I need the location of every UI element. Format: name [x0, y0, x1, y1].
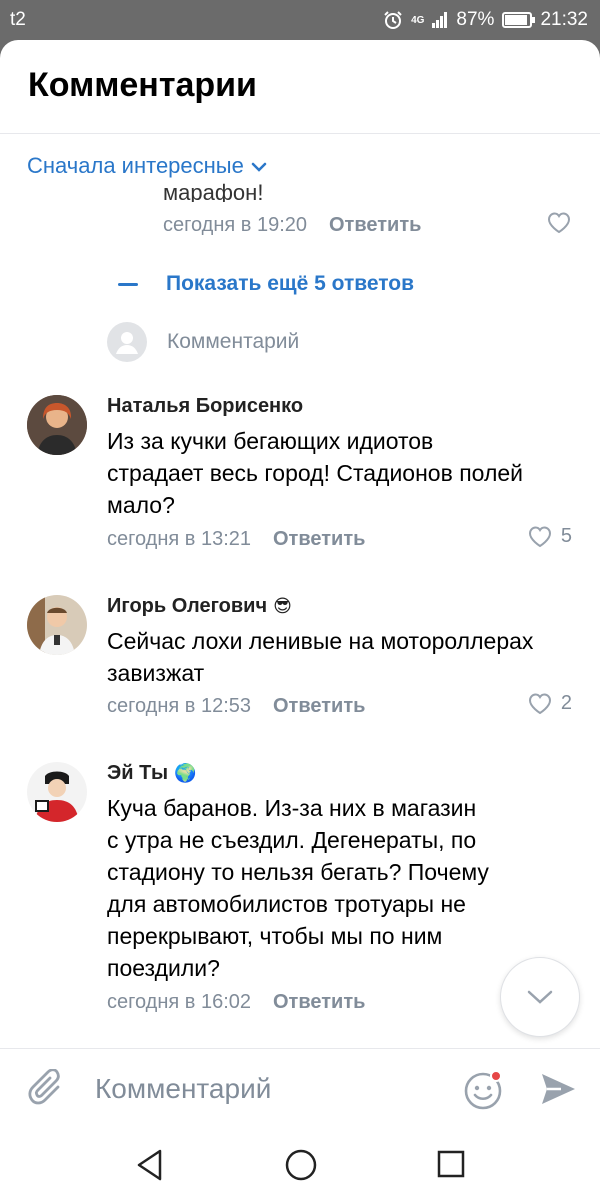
comment-time: сегодня в 12:53 — [107, 695, 251, 717]
user-avatar-placeholder — [107, 322, 147, 362]
comment-line: Сейчас лохи ленивые на мотороллерах — [107, 628, 534, 654]
comment-meta: сегодня в 16:02 Ответить — [107, 991, 365, 1014]
comment-input[interactable]: Комментарий — [95, 1073, 271, 1105]
comment-line: для автомобилистов тротуары не — [107, 891, 466, 917]
reply-meta: сегодня в 19:20 Ответить — [163, 214, 421, 237]
show-more-replies-button[interactable]: Показать ещё 5 ответов — [118, 272, 414, 296]
send-icon[interactable] — [538, 1069, 578, 1109]
chevron-down-icon — [527, 990, 553, 1004]
comment-meta: сегодня в 13:21 Ответить — [107, 528, 365, 551]
author-name: Игорь Олегович — [107, 595, 268, 617]
page-title: Комментарии — [28, 66, 257, 104]
comment-line: Из за кучки бегающих идиотов — [107, 428, 434, 454]
status-bar: t2 4G 87% 21:32 — [0, 0, 600, 40]
reply-button[interactable]: Ответить — [273, 991, 365, 1014]
comment-author[interactable]: Наталья Борисенко — [107, 395, 303, 418]
comment-line: стадиону то нельзя бегать? Почему — [107, 859, 489, 885]
comment-author[interactable]: Эй Ты 🌍 — [107, 762, 197, 785]
reply-time: сегодня в 19:20 — [163, 214, 307, 236]
sort-label: Сначала интересные — [27, 153, 244, 178]
avatar[interactable] — [27, 762, 87, 822]
show-more-label: Показать ещё 5 ответов — [166, 272, 415, 295]
chevron-down-icon — [251, 162, 267, 172]
attach-icon[interactable] — [28, 1069, 68, 1111]
reply-input[interactable]: Комментарий — [107, 322, 299, 362]
sort-selector[interactable]: Сначала интересные — [27, 153, 268, 179]
like-button[interactable]: 5 — [527, 525, 572, 548]
reply-button[interactable]: Ответить — [273, 695, 365, 718]
reply-button[interactable]: Ответить — [273, 528, 365, 551]
network-type: 4G — [411, 14, 425, 26]
comment-time: сегодня в 13:21 — [107, 528, 251, 550]
reply-button[interactable]: Ответить — [329, 214, 421, 237]
comment-text: Из за кучки бегающих идиотов страдает ве… — [107, 425, 577, 521]
comment-line: мало? — [107, 492, 175, 518]
battery-icon — [502, 12, 536, 28]
globe-emoji-icon: 🌍 — [174, 763, 197, 783]
comment-line: завизжат — [107, 660, 205, 686]
comment-line: с утра не съездил. Дегенераты, по — [107, 827, 477, 853]
avatar[interactable] — [27, 395, 87, 455]
author-name: Наталья Борисенко — [107, 395, 304, 417]
collapse-dash-icon — [118, 282, 138, 286]
scroll-down-button[interactable] — [500, 957, 580, 1037]
like-button[interactable]: 2 — [527, 692, 572, 715]
sunglasses-emoji-icon: 😎 — [273, 596, 292, 616]
comment-text: Куча баранов. Из-за них в магазин с утра… — [107, 792, 577, 984]
reply-text-cut: марафон! — [163, 180, 264, 202]
like-count: 5 — [560, 525, 572, 547]
home-icon[interactable] — [284, 1148, 318, 1182]
emoji-icon[interactable] — [462, 1068, 506, 1112]
comment-meta: сегодня в 12:53 Ответить — [107, 695, 365, 718]
comment-line: перекрывают, чтобы мы по ним — [107, 923, 443, 949]
heart-icon — [528, 693, 551, 715]
battery-percent: 87% — [456, 9, 495, 30]
recents-icon[interactable] — [436, 1148, 466, 1182]
clock: 21:32 — [540, 9, 588, 30]
alarm-icon — [384, 11, 402, 29]
like-button[interactable] — [546, 211, 572, 234]
comment-line: Куча баранов. Из-за них в магазин — [107, 795, 477, 821]
comment-line: страдает весь город! Стадионов полей — [107, 460, 523, 486]
avatar[interactable] — [27, 595, 87, 655]
back-icon[interactable] — [134, 1148, 166, 1182]
reply-placeholder: Комментарий — [167, 330, 300, 353]
like-count: 2 — [560, 692, 572, 714]
signal-icon — [432, 12, 448, 28]
comments-sheet: Комментарии Сначала интересные марафон! … — [0, 40, 600, 1200]
comment-text: Сейчас лохи ленивые на мотороллерах зави… — [107, 625, 577, 689]
comment-time: сегодня в 16:02 — [107, 991, 251, 1013]
comment-author[interactable]: Игорь Олегович 😎 — [107, 595, 292, 618]
heart-icon — [547, 212, 571, 234]
system-nav-bar — [0, 1130, 600, 1200]
author-name: Эй Ты — [107, 762, 169, 784]
carrier-label: t2 — [10, 9, 26, 30]
comment-composer: Комментарий — [0, 1048, 600, 1130]
heart-icon — [528, 526, 551, 548]
header: Комментарии — [0, 40, 600, 134]
